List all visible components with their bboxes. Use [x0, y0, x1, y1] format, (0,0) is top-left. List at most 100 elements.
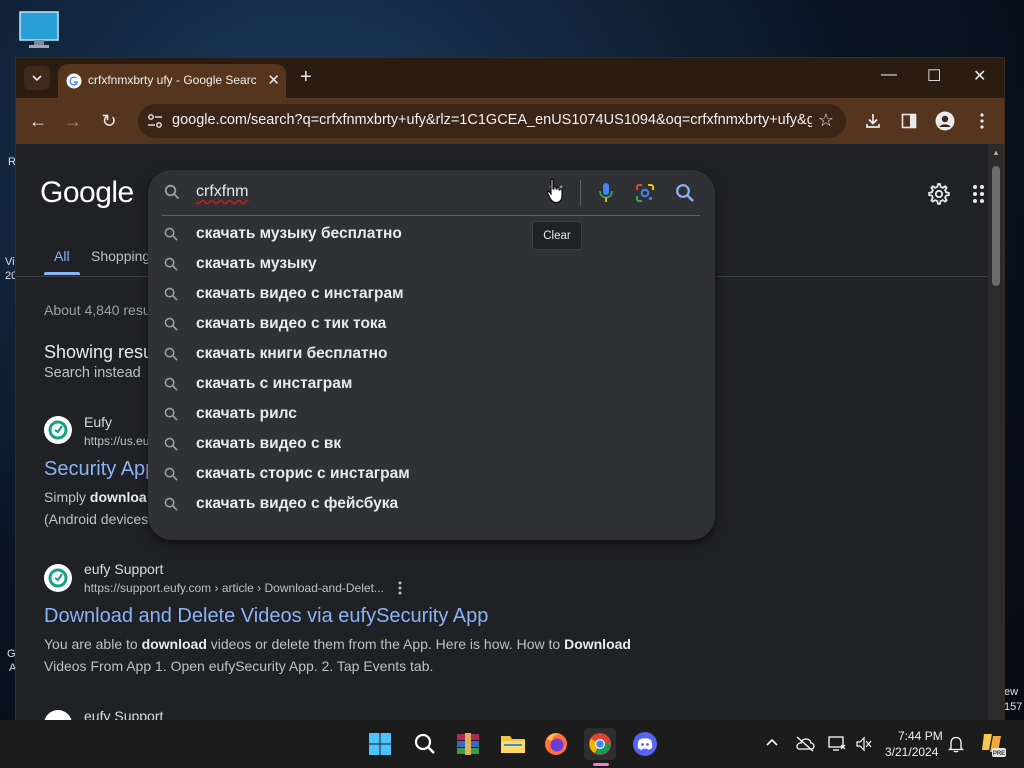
- suggestion-item[interactable]: скачать рилс: [148, 399, 715, 429]
- more-options-icon[interactable]: [398, 581, 402, 595]
- browser-toolbar: ← → ↻ google.com/search?q=crfxfnmxbrty+u…: [16, 98, 1004, 144]
- taskbar-winrar[interactable]: [452, 728, 484, 760]
- search-icon: [164, 347, 178, 361]
- search-instead-text: Search instead: [44, 365, 141, 381]
- this-pc-icon[interactable]: [18, 10, 60, 50]
- tab-all[interactable]: All: [54, 248, 70, 264]
- new-tab-button[interactable]: +: [300, 66, 312, 89]
- browser-menu-icon[interactable]: [971, 110, 993, 132]
- snippet-bold: Download: [564, 636, 631, 652]
- google-lens-icon[interactable]: [635, 183, 655, 203]
- onedrive-offline-icon[interactable]: [795, 736, 815, 752]
- page-scrollbar[interactable]: ▲: [988, 144, 1004, 721]
- clock-date[interactable]: 3/21/2024: [885, 745, 938, 759]
- tab-title: crfxfnmxbrty ufy - Google Search: [88, 73, 256, 87]
- notification-bell-icon[interactable]: [948, 735, 964, 753]
- suggestion-item[interactable]: скачать видео с вк: [148, 429, 715, 459]
- search-icon: [164, 497, 178, 511]
- suggestion-item[interactable]: скачать сторис с инстаграм: [148, 459, 715, 489]
- tab-shopping[interactable]: Shopping: [91, 248, 150, 264]
- address-bar[interactable]: google.com/search?q=crfxfnmxbrty+ufy&rlz…: [138, 104, 846, 138]
- desktop-label-fragment: ew: [1004, 686, 1019, 698]
- result-url[interactable]: https://us.eu: [84, 434, 149, 448]
- suggestion-item[interactable]: скачать видео с фейсбука: [148, 489, 715, 519]
- google-favicon-icon: [66, 73, 82, 89]
- taskbar-firefox[interactable]: [540, 728, 572, 760]
- taskbar-chrome[interactable]: [584, 728, 616, 760]
- suggestion-item[interactable]: скачать видео с инстаграм: [148, 279, 715, 309]
- google-apps-icon[interactable]: [972, 184, 986, 204]
- network-icon[interactable]: [828, 736, 846, 752]
- scroll-up-arrow[interactable]: ▲: [992, 148, 1000, 157]
- gear-icon[interactable]: [926, 182, 950, 206]
- side-panel-icon[interactable]: [898, 110, 920, 132]
- tab-strip: crfxfnmxbrty ufy - Google Search ✕ + — ☐…: [16, 58, 1004, 98]
- profile-avatar-icon[interactable]: [934, 110, 956, 132]
- suggestion-text: скачать видео с инстаграм: [196, 285, 404, 302]
- desktop-label-fragment: 157: [1004, 701, 1023, 713]
- snippet-text: Simply: [44, 489, 90, 505]
- snippet-text: You are able to: [44, 636, 142, 652]
- suggestion-item[interactable]: скачать музыку: [148, 249, 715, 279]
- suggestion-item[interactable]: скачать видео с тик тока: [148, 309, 715, 339]
- taskbar-discord[interactable]: [629, 728, 661, 760]
- bookmark-star-icon[interactable]: ☆: [818, 110, 834, 131]
- forward-button[interactable]: →: [62, 110, 84, 132]
- windows-logo-icon: [369, 733, 391, 755]
- winrar-icon: [457, 733, 479, 755]
- search-box-separator: [580, 180, 581, 206]
- result-title-link[interactable]: Security App: [44, 458, 156, 481]
- tab-search-button[interactable]: [24, 66, 50, 90]
- browser-tab-active[interactable]: crfxfnmxbrty ufy - Google Search ✕: [58, 64, 286, 98]
- download-icon[interactable]: [862, 110, 884, 132]
- close-window-button[interactable]: ✕: [973, 66, 986, 86]
- hand-cursor-icon: [546, 178, 563, 204]
- taskbar-file-explorer[interactable]: [497, 728, 529, 760]
- reload-button[interactable]: ↻: [98, 110, 120, 132]
- suggestion-item[interactable]: скачать книги бесплатно: [148, 339, 715, 369]
- volume-muted-icon[interactable]: [855, 736, 873, 752]
- suggestion-text: скачать книги бесплатно: [196, 345, 388, 362]
- search-box[interactable]: crfxfnm: [148, 170, 715, 214]
- suggestion-text: скачать музыку бесплатно: [196, 225, 402, 242]
- result-url[interactable]: https://support.eufy.com › article › Dow…: [84, 581, 384, 595]
- result-title-link[interactable]: Download and Delete Videos via eufySecur…: [44, 605, 488, 628]
- search-icon: [164, 467, 178, 481]
- desktop-label-fragment: Vi: [5, 256, 15, 268]
- scroll-thumb[interactable]: [992, 166, 1000, 286]
- clock-time[interactable]: 7:44 PM: [898, 729, 943, 743]
- result-snippet: Simply downloa: [44, 486, 147, 508]
- snippet-bold: downloa: [89, 489, 147, 505]
- suggestion-text: скачать музыку: [196, 255, 317, 272]
- chevron-down-icon: [32, 75, 42, 82]
- suggestion-text: скачать видео с вк: [196, 435, 342, 452]
- copilot-pre-icon[interactable]: PRE: [980, 730, 1006, 758]
- search-submit-icon[interactable]: [675, 183, 695, 203]
- search-icon: [164, 184, 180, 200]
- snippet-text: videos or delete them from the App. Here…: [206, 636, 565, 652]
- discord-icon: [633, 732, 657, 756]
- snippet-bold: download: [141, 636, 207, 652]
- tab-all-indicator: [44, 272, 80, 275]
- suggestion-item[interactable]: скачать музыку бесплатно: [148, 219, 715, 249]
- showing-results-text: Showing resu: [44, 342, 154, 362]
- search-icon: [164, 257, 178, 271]
- microphone-icon[interactable]: [596, 182, 616, 204]
- taskbar-search-button[interactable]: [409, 728, 441, 760]
- clear-tooltip: Clear: [532, 221, 582, 250]
- suggestion-item[interactable]: скачать с инстаграм: [148, 369, 715, 399]
- chevron-up-icon[interactable]: [766, 738, 778, 746]
- maximize-button[interactable]: ☐: [927, 66, 941, 86]
- start-button[interactable]: [364, 728, 396, 760]
- search-input[interactable]: crfxfnm: [196, 183, 248, 201]
- result-snippet: Videos From App 1. Open eufySecurity App…: [44, 658, 434, 674]
- result-snippet: (Android devices: [44, 511, 149, 527]
- site-info-icon[interactable]: [146, 112, 164, 130]
- google-logo[interactable]: Google: [40, 176, 134, 210]
- tab-close-button[interactable]: ✕: [267, 71, 280, 89]
- minimize-button[interactable]: —: [881, 66, 897, 84]
- search-icon: [164, 437, 178, 451]
- active-app-indicator: [593, 763, 609, 766]
- address-url: google.com/search?q=crfxfnmxbrty+ufy&rlz…: [172, 112, 812, 128]
- back-button[interactable]: ←: [27, 110, 49, 132]
